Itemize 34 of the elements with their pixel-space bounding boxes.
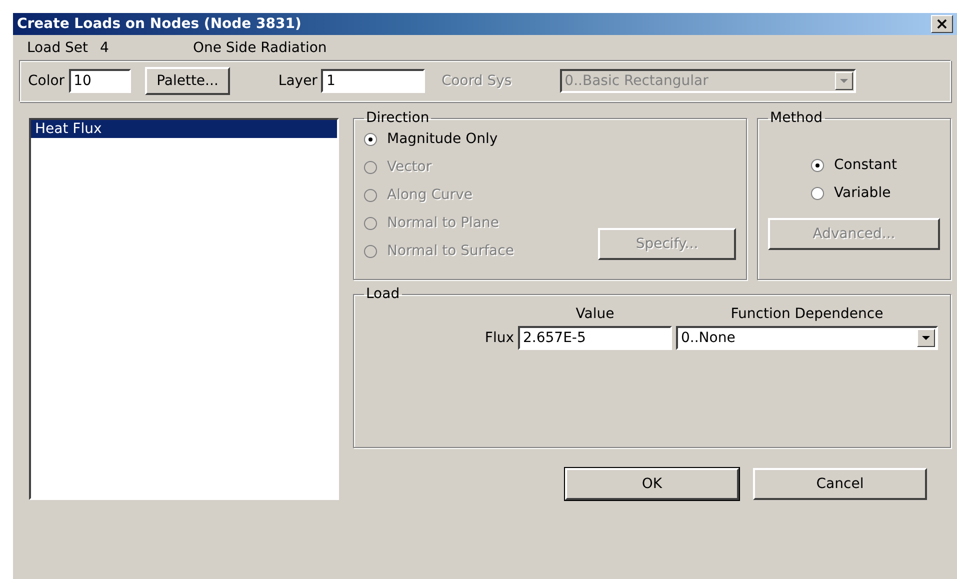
list-item[interactable]: Heat Flux: [31, 120, 337, 138]
radio-label: Along Curve: [387, 187, 473, 203]
method-legend: Method: [768, 110, 825, 126]
radio-label: Variable: [834, 185, 891, 201]
radio-label: Magnitude Only: [387, 131, 498, 147]
function-header: Function Dependence: [730, 306, 884, 322]
color-label: Color: [28, 73, 65, 89]
load-set-label: Load Set: [27, 40, 88, 56]
radio-button[interactable]: [364, 132, 377, 146]
color-field[interactable]: 10: [68, 69, 131, 93]
layer-field[interactable]: 1: [321, 69, 426, 93]
flux-label: Flux: [484, 330, 514, 346]
caret-icon: [922, 336, 930, 340]
radio-label: Normal to Plane: [387, 215, 500, 231]
coord-sys-label: Coord Sys: [441, 73, 512, 89]
radio-label: Normal to Surface: [387, 243, 514, 259]
radio-label: Constant: [834, 157, 897, 173]
flux-value-field[interactable]: 2.657E-5: [518, 326, 672, 350]
value-header: Value: [574, 306, 616, 322]
palette-button[interactable]: Palette...: [144, 67, 230, 95]
window-title: Create Loads on Nodes (Node 3831): [17, 16, 302, 32]
close-button[interactable]: ×: [931, 15, 953, 33]
radio-label: Vector: [387, 159, 432, 175]
direction-legend: Direction: [364, 110, 432, 126]
radio-button[interactable]: [811, 158, 824, 172]
function-dropdown[interactable]: 0..None: [676, 326, 938, 350]
dialog-button[interactable]: OK: [565, 468, 739, 500]
caret-icon: [840, 79, 848, 83]
load-legend: Load: [364, 286, 402, 302]
load-set-name: One Side Radiation: [192, 40, 327, 56]
layer-label: Layer: [278, 73, 318, 89]
dialog-button[interactable]: Cancel: [753, 468, 927, 500]
load-set-number: 4: [100, 40, 109, 56]
radio-button[interactable]: [811, 186, 824, 200]
